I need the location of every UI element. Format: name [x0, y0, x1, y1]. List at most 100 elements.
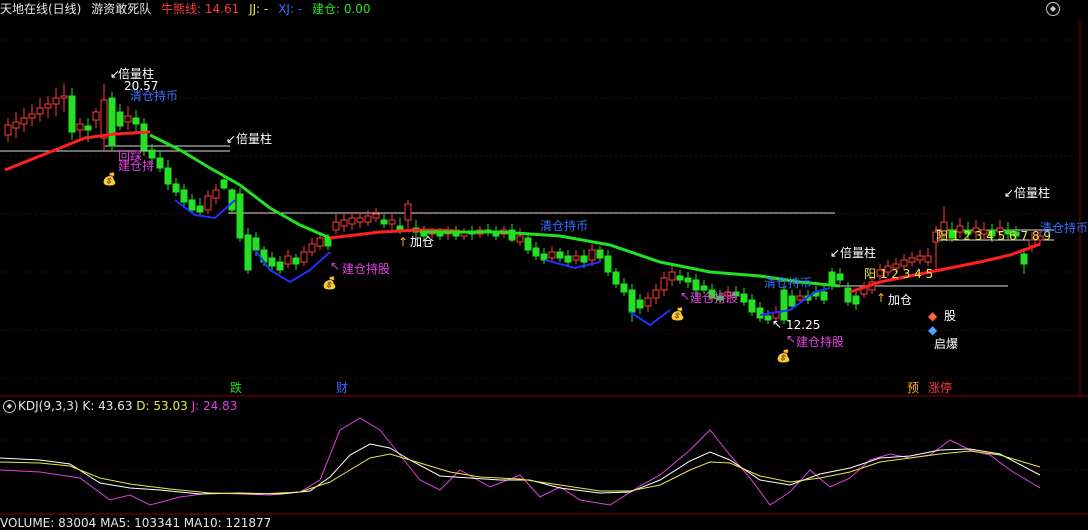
- candle-body: [220, 179, 228, 189]
- cai-tag: 财: [336, 381, 348, 395]
- candle-body: [540, 253, 548, 261]
- kdj-j-value: J: 24.83: [191, 399, 238, 413]
- gu-label: 股: [944, 309, 956, 323]
- candle-body: [756, 307, 764, 319]
- candle-body: [60, 95, 68, 99]
- candle-body: [276, 261, 284, 271]
- candle-body: [836, 273, 844, 281]
- candle-body: [900, 259, 908, 267]
- jiancang-label-1: 建仓持股: [342, 261, 390, 276]
- candle-body: [820, 291, 828, 301]
- candle-body: [580, 255, 588, 263]
- candle-body: [636, 299, 644, 309]
- yang-sequence-2: 阳 1 2 3 4 5: [864, 267, 933, 281]
- candle-body: [532, 247, 540, 257]
- candle-body: [676, 275, 684, 281]
- arrow-icon: ↖: [772, 317, 782, 331]
- diamond-icon: ◆: [928, 323, 938, 337]
- candle-body: [156, 157, 164, 169]
- candle-body: [20, 117, 28, 125]
- candle-body: [388, 219, 396, 225]
- candle-body: [132, 117, 140, 125]
- money-bag-icon-4: 💰: [776, 349, 791, 363]
- qingcang-label-4: 清仓持币: [1040, 220, 1088, 235]
- candle-body: [196, 205, 204, 213]
- bei-li-zhu-label-4: 倍量柱: [1014, 185, 1050, 200]
- candle-body: [204, 195, 212, 211]
- candle-body: [340, 219, 348, 227]
- candle-body: [124, 115, 132, 123]
- candle-body: [604, 255, 612, 273]
- candle-body: [92, 111, 100, 121]
- candle-body: [380, 219, 388, 225]
- price-low-label: 12.25: [786, 318, 820, 332]
- candle-body: [700, 285, 708, 291]
- candle-body: [12, 121, 20, 129]
- candle-body: [84, 125, 92, 131]
- qibao-label: 启爆: [934, 337, 958, 351]
- candle-body: [740, 293, 748, 303]
- candle-body: [588, 249, 596, 261]
- arrow-icon: ↙: [1004, 186, 1014, 200]
- candle-body: [68, 95, 76, 133]
- bei-li-zhu-label-2: 倍量柱: [236, 131, 272, 146]
- candle-body: [524, 237, 532, 251]
- candle-body: [692, 279, 700, 291]
- candle-body: [764, 315, 772, 321]
- candle-body: [1020, 253, 1028, 265]
- candle-body: [308, 243, 316, 253]
- kdj-k-line: [0, 443, 1041, 495]
- candle-body: [292, 257, 300, 265]
- candle-body: [148, 149, 156, 159]
- candle-body: [628, 289, 636, 313]
- money-bag-icon-1: 💰: [102, 172, 117, 186]
- yu-tag: 预: [907, 381, 919, 395]
- arrow-icon: ↙: [226, 132, 236, 146]
- candle-body: [572, 255, 580, 261]
- qingcang-label-2: 清仓持币: [540, 218, 588, 233]
- candle-body: [212, 189, 220, 199]
- candle-body: [356, 217, 364, 223]
- candle-body: [796, 295, 804, 301]
- candle-body: [404, 203, 412, 221]
- kdj-d-value: D: 53.03: [136, 399, 188, 413]
- candle-body: [596, 249, 604, 259]
- candle-body: [164, 167, 172, 185]
- blue-line-4: [629, 309, 671, 327]
- candle-body: [612, 271, 620, 285]
- candle-body: [332, 221, 340, 231]
- candle-body: [564, 255, 572, 263]
- candle-body: [652, 289, 660, 299]
- candle-body: [924, 255, 932, 263]
- kdj-settings-icon[interactable]: ◆: [3, 400, 16, 413]
- candle-body: [36, 107, 44, 115]
- jiacang-label-2: 加仓: [888, 293, 912, 307]
- volume-header: VOLUME: 83004 MA5: 103341 MA10: 121877: [0, 516, 272, 530]
- kdj-name[interactable]: KDJ(9,3,3): [18, 399, 79, 413]
- candle-body: [316, 237, 324, 247]
- zhangting-tag: 涨停: [928, 380, 952, 395]
- bei-li-zhu-label-3: 倍量柱: [840, 245, 876, 260]
- candle-body: [660, 277, 668, 291]
- candle-body: [28, 113, 36, 119]
- candle-body: [300, 251, 308, 263]
- candle-body: [52, 97, 60, 105]
- candle-body: [76, 123, 84, 131]
- candle-body: [908, 257, 916, 263]
- candle-body: [324, 237, 332, 247]
- candle-body: [116, 111, 124, 127]
- arrow-up-icon: ↑: [876, 291, 886, 305]
- kdj-header: KDJ(9,3,3) K: 43.63 D: 53.03 J: 24.83: [18, 398, 1088, 414]
- candle-body: [556, 251, 564, 259]
- candle-body: [644, 297, 652, 307]
- candle-body: [852, 295, 860, 305]
- candle-body: [684, 277, 692, 283]
- kdj-k-value: K: 43.63: [82, 399, 133, 413]
- arrow-icon: ↖: [786, 332, 796, 346]
- candle-body: [268, 257, 276, 267]
- arrow-icon: ↖: [330, 259, 340, 273]
- candle-body: [916, 255, 924, 261]
- money-bag-icon-2: 💰: [322, 276, 337, 290]
- candle-body: [188, 199, 196, 211]
- main-chart: 倍量柱 ↙ 20.57 清仓持币 回踩 建仓持 💰 倍量柱 ↙ 建仓持股 ↖ 💰…: [0, 20, 1088, 515]
